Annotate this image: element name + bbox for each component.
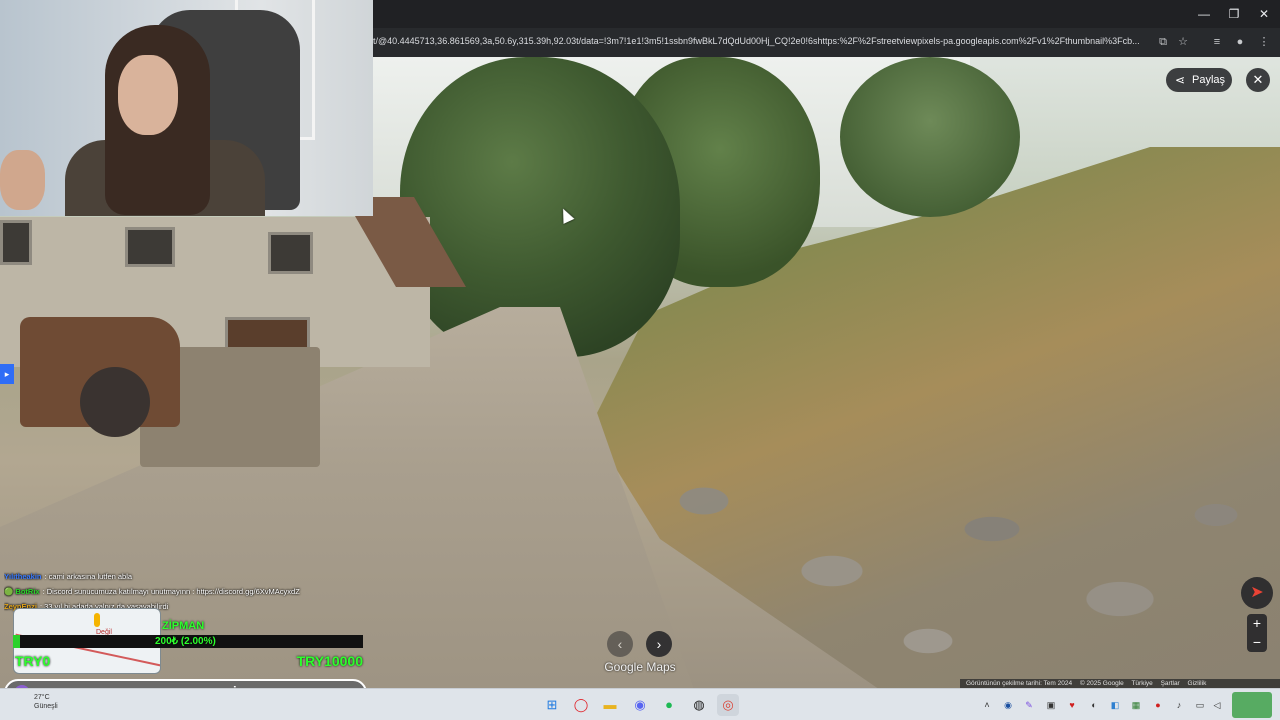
tray-app-icon[interactable]: ▦ [1129, 698, 1143, 712]
previous-arrow-button[interactable]: ‹ [607, 631, 633, 657]
house-window [125, 227, 175, 267]
discord-icon[interactable]: ◉ [629, 694, 651, 716]
donation-max-label: TRY10000 [296, 653, 363, 669]
windows-start-icon[interactable]: ⊞ [541, 694, 563, 716]
weather-widget[interactable]: 27°C Güneşli [34, 693, 58, 711]
chat-username: Yılıtheakin [4, 572, 42, 581]
tree [840, 57, 1020, 217]
privacy-link[interactable]: Gizlilik [1188, 680, 1207, 687]
tray-app-icon[interactable]: ◧ [1108, 698, 1122, 712]
google-maps-logo: Google Maps [604, 660, 676, 674]
chrome-icon[interactable]: ◎ [717, 694, 739, 716]
copyright: © 2025 Google [1079, 680, 1124, 687]
minimize-button[interactable]: — [1189, 4, 1219, 24]
install-icon[interactable]: ⧉ [1156, 35, 1170, 49]
file-explorer-icon[interactable]: ▬ [599, 694, 621, 716]
compass-icon[interactable]: ➤ [1241, 577, 1273, 609]
weather-description: Güneşli [34, 703, 58, 710]
country-link[interactable]: Türkiye [1131, 680, 1152, 687]
window-close-button[interactable]: ✕ [1249, 4, 1279, 24]
donation-goal-widget: Değil ZİPMAN 200₺ (2.00%) TRY0 TRY10000 [13, 608, 365, 674]
donor-name: ZİPMAN [162, 620, 205, 632]
tray-pen-icon[interactable]: ✎ [1022, 698, 1036, 712]
share-icon: ⋖ [1175, 73, 1186, 87]
webcam-feed [0, 0, 373, 216]
chat-message: 🟢 BotRix: Discord sunucumuza katılmayı u… [4, 584, 374, 599]
volume-icon[interactable]: ◁ [1210, 698, 1224, 712]
tractor-wheel [80, 367, 150, 437]
obs-icon[interactable]: ◍ [688, 694, 710, 716]
capture-date: Görüntünün çekilme tarihi: Tem 2024 [966, 680, 1073, 687]
zoom-control: + − [1247, 614, 1267, 652]
chat-message: Yılıtheakin: cami arkasına lutfen abla [4, 569, 374, 584]
side-panel-tab[interactable]: ▸ [0, 364, 14, 384]
house-window [268, 232, 313, 274]
address-bar[interactable]: t/@40.4445713,36.861569,3a,50.6y,315.39h… [373, 28, 1280, 57]
tray-overflow-icon[interactable]: ˄ [980, 698, 994, 712]
spotify-icon[interactable]: ● [658, 694, 680, 716]
weather-temperature: 27°C [34, 694, 50, 701]
chat-text: : cami arkasına lutfen abla [44, 572, 133, 581]
chat-username: 🟢 BotRix [4, 587, 40, 596]
donation-progress-text: 200₺ (2.00%) [155, 636, 216, 647]
donation-min-label: TRY0 [15, 653, 51, 669]
zoom-in-button[interactable]: + [1247, 614, 1267, 633]
chat-text: : Discord sunucumuza katılmayı unutmayın… [42, 587, 300, 596]
streamer-face [118, 55, 178, 135]
share-label: Paylaş [1192, 74, 1226, 86]
extensions-icon[interactable]: ≡ [1210, 35, 1224, 49]
tray-app-icon[interactable]: ▣ [1044, 698, 1058, 712]
tray-app-icon[interactable]: ◐ [1087, 698, 1101, 712]
tray-app-icon[interactable]: ◉ [1001, 698, 1015, 712]
streamer-hand [0, 150, 45, 210]
microphone-icon[interactable]: ♪ [1172, 698, 1186, 712]
opera-icon[interactable]: ◯ [570, 694, 592, 716]
next-arrow-button[interactable]: › [646, 631, 672, 657]
bookmark-star-icon[interactable]: ☆ [1176, 35, 1190, 49]
donation-progress-fill [13, 635, 20, 648]
url-text[interactable]: t/@40.4445713,36.861569,3a,50.6y,315.39h… [373, 36, 1148, 50]
map-pin-icon [94, 613, 100, 627]
close-street-view-button[interactable]: ✕ [1246, 68, 1270, 92]
clock-widget[interactable] [1232, 692, 1272, 718]
menu-icon[interactable]: ⋮ [1257, 35, 1271, 49]
windows-taskbar: 27°C Güneşli ⊞ ◯ ▬ ◉ ● ◍ ◎ ˄ ◉ ✎ ▣ ♥ ◐ ◧… [0, 688, 1280, 720]
house-window [0, 220, 32, 265]
terms-link[interactable]: Şartlar [1161, 680, 1180, 687]
zoom-out-button[interactable]: − [1247, 633, 1267, 652]
network-icon[interactable]: ▭ [1193, 698, 1207, 712]
tray-app-icon[interactable]: ♥ [1065, 698, 1079, 712]
tray-record-icon[interactable]: ● [1151, 698, 1165, 712]
maximize-button[interactable]: ❐ [1219, 4, 1249, 24]
profile-icon[interactable]: ● [1233, 35, 1247, 49]
screen: — ❐ ✕ t/@40.4445713,36.861569,3a,50.6y,3… [0, 0, 1280, 720]
share-button[interactable]: ⋖ Paylaş [1166, 68, 1232, 92]
rocky-slope [640, 417, 1280, 688]
